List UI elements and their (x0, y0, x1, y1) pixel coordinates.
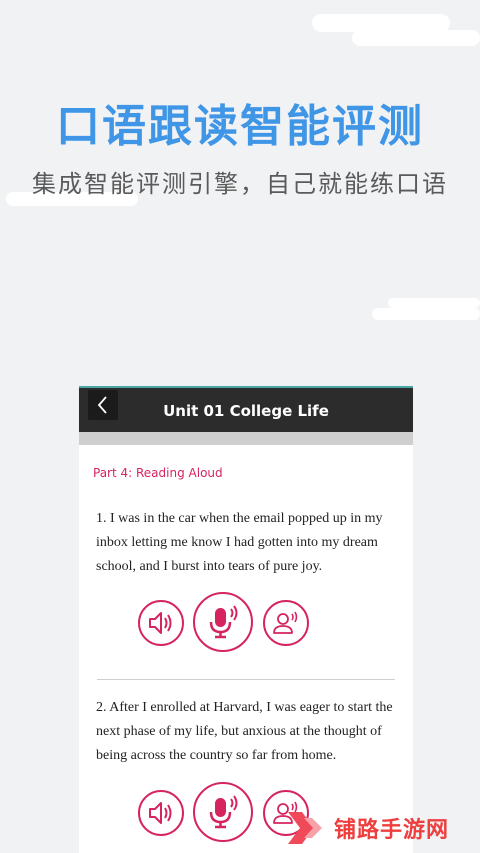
cloud-decoration (352, 30, 480, 46)
play-original-button[interactable] (138, 790, 184, 836)
cloud-decoration (388, 298, 480, 308)
play-my-recording-button[interactable] (263, 600, 309, 646)
speaker-icon (149, 802, 172, 824)
back-button[interactable] (88, 390, 118, 420)
promo-headline: 口语跟读智能评测 (56, 101, 424, 152)
site-watermark: 铺路手游网 (282, 802, 480, 853)
part-label: Part 4: Reading Aloud (93, 466, 223, 480)
sentence-1-controls (79, 592, 413, 652)
play-original-button[interactable] (138, 600, 184, 646)
microphone-icon (209, 795, 238, 829)
back-arrow-icon (97, 396, 107, 414)
title-bar: Unit 01 College Life (79, 386, 413, 432)
screen-title: Unit 01 College Life (163, 402, 329, 420)
microphone-icon (209, 605, 238, 639)
sentence-2: 2. After I enrolled at Harvard, I was ea… (96, 700, 393, 763)
item-divider (97, 679, 395, 680)
double-chevron-logo-icon (288, 811, 322, 844)
user-voice-icon (273, 611, 298, 634)
speaker-icon (149, 612, 172, 634)
app-screen: Unit 01 College Life Part 4: Reading Alo… (79, 386, 413, 853)
watermark-text: 铺路手游网 (334, 817, 450, 843)
cloud-decoration (372, 308, 480, 320)
record-button[interactable] (193, 592, 253, 652)
record-button[interactable] (193, 782, 253, 842)
promo-subline: 集成智能评测引擎，自己就能练口语 (32, 170, 448, 198)
toolbar-divider (79, 432, 413, 445)
sentence-1: 1. I was in the car when the email poppe… (96, 511, 383, 574)
